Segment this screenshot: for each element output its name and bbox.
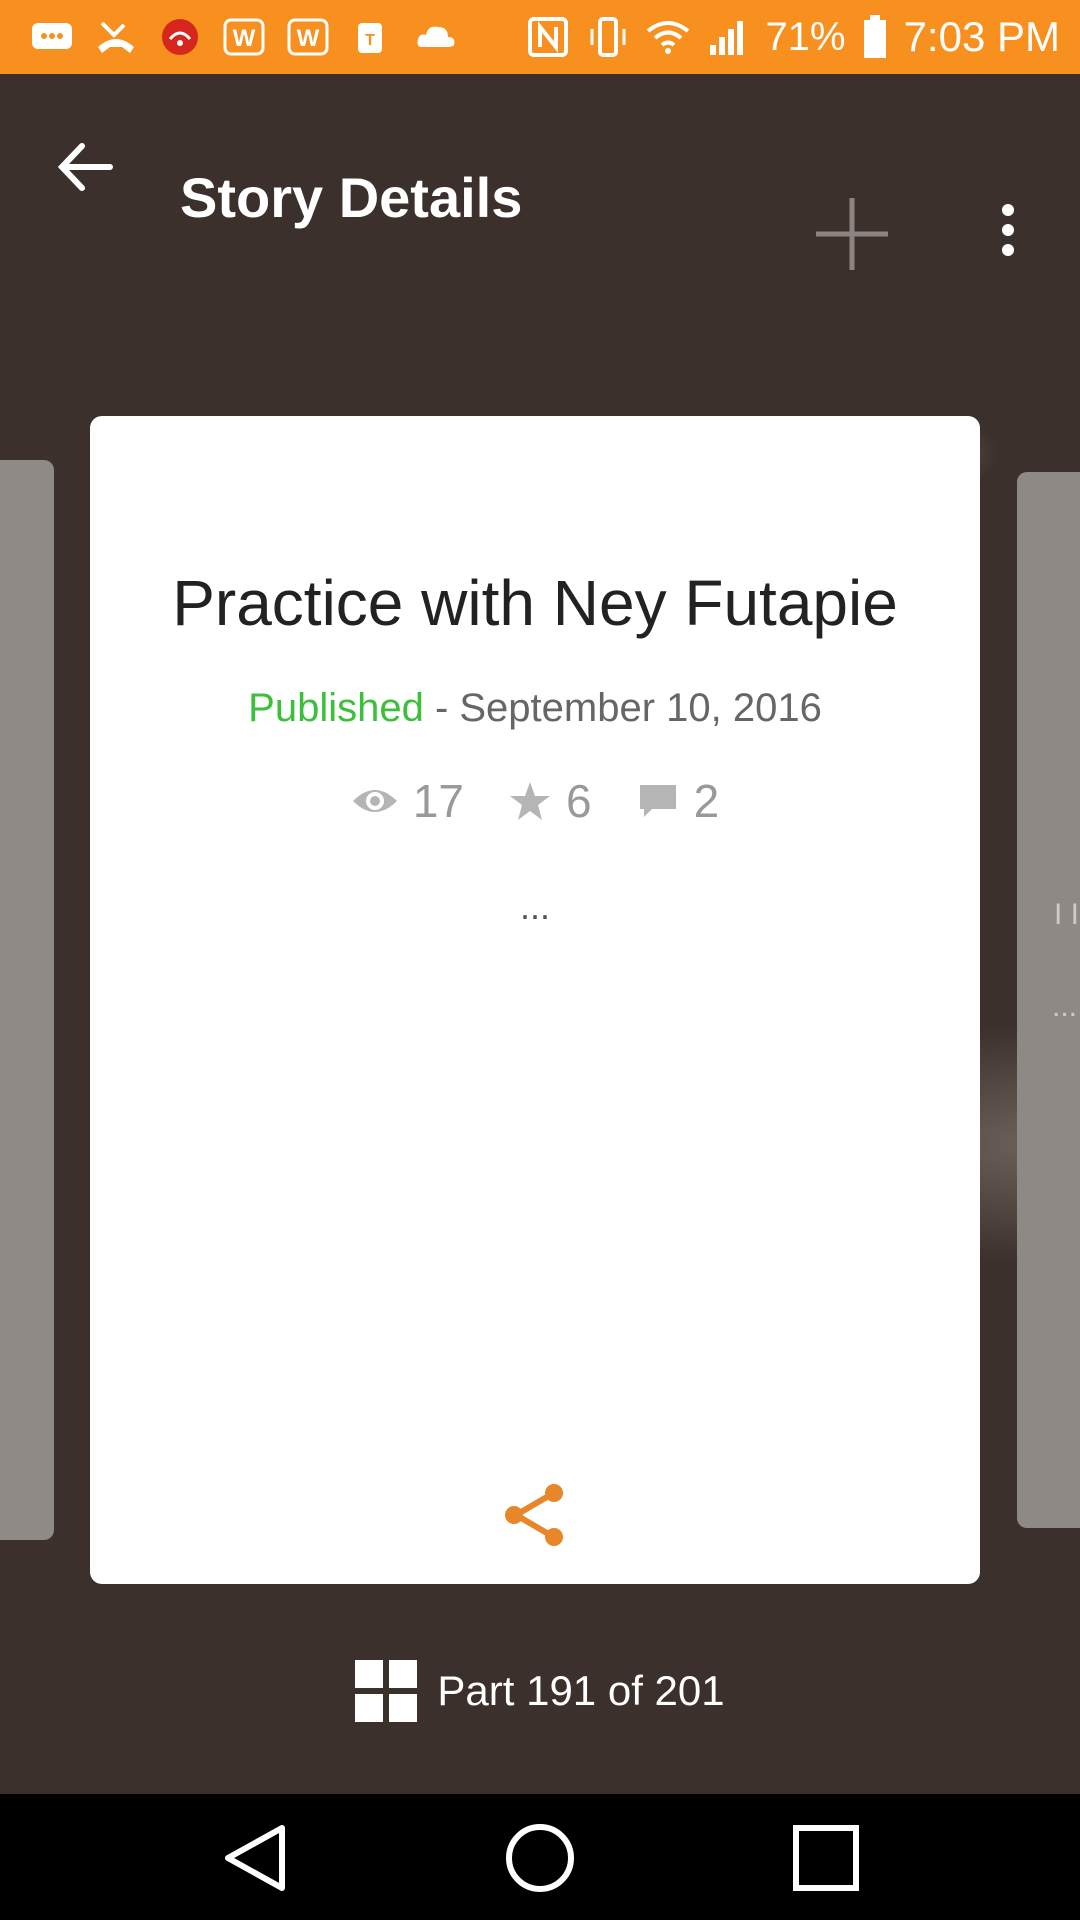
story-meta: Published - September 10, 2016 [90, 686, 980, 731]
nav-home-button[interactable] [500, 1818, 580, 1898]
votes-stat: 6 [508, 774, 592, 828]
vibrate-icon [586, 17, 630, 57]
app-bar: Story Details [0, 74, 1080, 270]
notification-icons: W W T [30, 12, 458, 62]
battery-percent: 71% [765, 14, 846, 59]
svg-text:W: W [233, 25, 256, 52]
page-title: Story Details [180, 166, 523, 229]
circle-home-icon [506, 1824, 574, 1892]
wifi-icon [646, 17, 690, 57]
missed-call-icon [94, 17, 138, 57]
story-title: Practice with Ney Futapie [172, 567, 898, 639]
svg-text:T: T [365, 32, 375, 49]
comments-count: 2 [693, 775, 720, 827]
story-excerpt: ... [519, 886, 550, 927]
share-icon [505, 1484, 563, 1546]
part-indicator[interactable]: Part 191 of 201 [0, 1660, 1080, 1722]
messenger-icon [30, 17, 74, 57]
nav-back-button[interactable] [216, 1818, 296, 1898]
more-options-button[interactable] [990, 202, 1026, 266]
status-bar: W W T 71% 7:03 PM [0, 0, 1080, 74]
triangle-back-icon [225, 1825, 285, 1891]
previous-part-card[interactable] [0, 460, 54, 1540]
signal-icon [706, 17, 750, 57]
share-button[interactable] [502, 1482, 568, 1548]
square-recents-icon [793, 1825, 859, 1891]
navigation-bar [0, 1794, 1080, 1920]
part-label: Part 191 of 201 [437, 1667, 725, 1714]
word-icon: W [222, 17, 266, 57]
word-icon-2: W [286, 17, 330, 57]
star-icon [509, 782, 550, 820]
views-count: 17 [412, 775, 464, 827]
battery-icon [862, 15, 888, 58]
grid-icon [355, 1660, 418, 1722]
story-stats: 17 6 2 [90, 774, 980, 828]
clock: 7:03 PM [903, 13, 1060, 60]
next-part-title: I I [1054, 898, 1080, 931]
publish-date: September 10, 2016 [459, 686, 822, 730]
votes-count: 6 [565, 775, 592, 827]
plus-icon [816, 198, 888, 270]
eye-icon [352, 790, 397, 812]
svg-text:W: W [297, 25, 320, 52]
tmobile-icon: T [350, 17, 394, 57]
more-vert-icon [1002, 204, 1014, 256]
arrow-back-icon [57, 143, 113, 191]
comments-stat: 2 [636, 774, 720, 828]
status-badge: Published [248, 686, 424, 730]
views-stat: 17 [351, 774, 464, 828]
wifi-calling-icon [158, 17, 202, 57]
system-icons: 71% 7:03 PM [526, 10, 1060, 64]
next-part-excerpt: ... [1052, 990, 1078, 1023]
back-button[interactable] [50, 132, 120, 202]
comment-icon [639, 785, 676, 817]
meta-separator: - [423, 686, 460, 730]
story-part-card[interactable]: Practice with Ney Futapie Published - Se… [90, 416, 980, 1584]
nfc-icon [526, 17, 570, 57]
nav-recents-button[interactable] [786, 1818, 866, 1898]
add-button[interactable] [812, 194, 892, 274]
cloud-icon [414, 17, 458, 57]
